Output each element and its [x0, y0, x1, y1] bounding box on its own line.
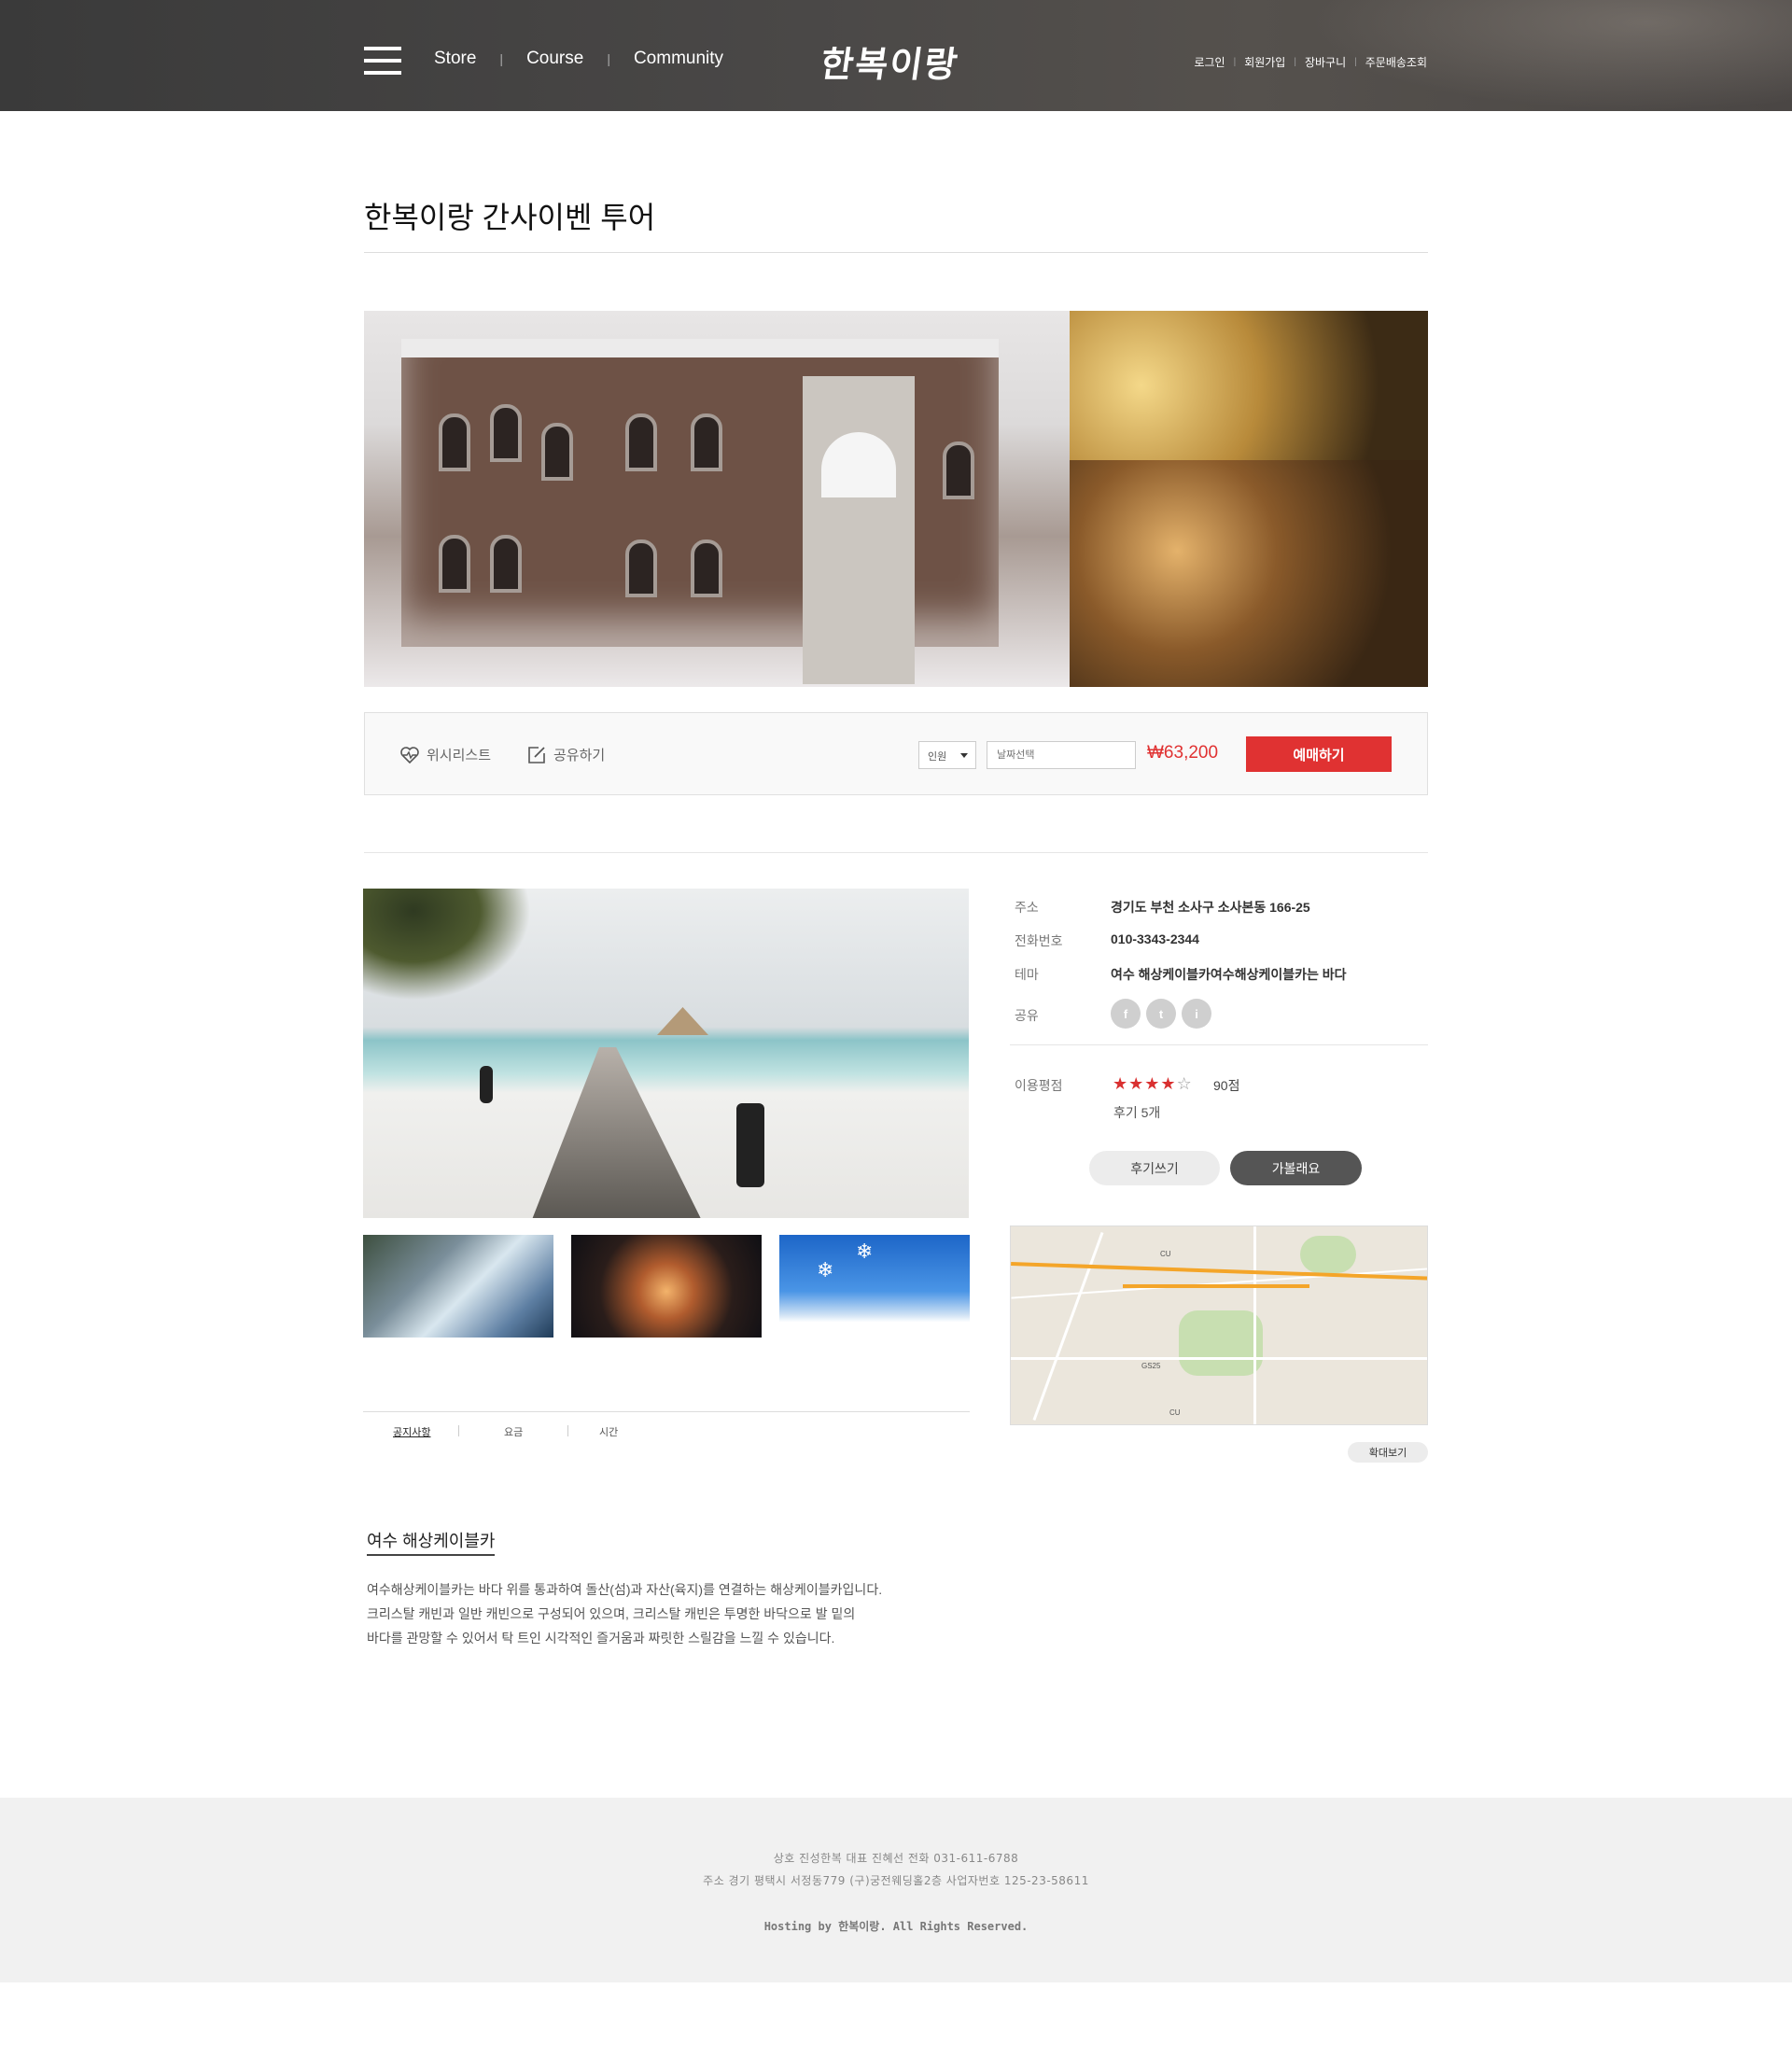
site-footer: 상호 진성한복 대표 진혜선 전화 031-611-6788 주소 경기 평택시… [0, 1798, 1792, 1982]
sns-share-buttons: f t i [1111, 999, 1217, 1029]
nav-community[interactable]: Community [634, 49, 723, 69]
hero-image [364, 311, 1428, 687]
twitter-icon[interactable]: t [1146, 999, 1176, 1029]
util-nav: 로그인 | 회원가입 | 장바구니 | 주문배송조회 [1194, 54, 1427, 70]
menu-icon[interactable] [364, 47, 401, 75]
info-tabs: 공지사항 요금 시간 [363, 1424, 970, 1443]
description-title: 여수 해상케이블카 [367, 1528, 496, 1556]
tab-notice[interactable]: 공지사항 [393, 1424, 430, 1439]
main-beach-photo [363, 889, 969, 1218]
hero-jars-photo [1070, 311, 1428, 460]
wishlist-button[interactable]: 위시리스트 [400, 745, 491, 764]
rating-score: 90점 [1213, 1078, 1240, 1093]
site-header: Store | Course | Community 한복이랑 로그인 | 회원… [0, 0, 1792, 111]
thumbnail-winter[interactable]: ❄ ❄ [779, 1235, 970, 1338]
tab-fee[interactable]: 요금 [504, 1424, 523, 1439]
review-count: 후기 5개 [1113, 1105, 1161, 1120]
share-button[interactable]: 공유하기 [527, 745, 605, 764]
hero-shop-photo [1070, 460, 1428, 687]
main-nav: Store | Course | Community [434, 49, 724, 69]
tab-time[interactable]: 시간 [599, 1424, 618, 1439]
footer-company-info: 상호 진성한복 대표 진혜선 전화 031-611-6788 [773, 1852, 1019, 1865]
rating-label: 이용평점 [1015, 1078, 1063, 1093]
thumbnail-nightview[interactable] [571, 1235, 762, 1338]
people-select[interactable]: 인원 [918, 741, 976, 769]
signup-link[interactable]: 회원가입 [1244, 54, 1285, 70]
star-filled-icon: ★ [1160, 1074, 1177, 1093]
hero-building-photo [364, 311, 1070, 687]
divider [364, 852, 1428, 853]
thumbnail-waterfall[interactable] [363, 1235, 553, 1338]
booking-bar: 위시리스트 공유하기 인원 ₩63,200 예매하기 [364, 712, 1428, 795]
login-link[interactable]: 로그인 [1194, 54, 1225, 70]
book-button[interactable]: 예매하기 [1246, 736, 1392, 772]
edit-share-icon [528, 746, 545, 763]
site-logo[interactable]: 한복이랑 [818, 35, 1008, 87]
heart-pulse-icon [400, 746, 419, 763]
want-to-go-button[interactable]: 가볼래요 [1230, 1151, 1362, 1185]
date-input[interactable] [987, 741, 1136, 769]
snowflake-icon: ❄ [817, 1258, 834, 1282]
star-empty-icon: ☆ [1176, 1074, 1193, 1093]
facebook-icon[interactable]: f [1111, 999, 1141, 1029]
price: ₩63,200 [1147, 743, 1219, 763]
write-review-button[interactable]: 후기쓰기 [1089, 1151, 1220, 1185]
nav-store[interactable]: Store [434, 49, 476, 69]
wishlist-label: 위시리스트 [427, 748, 492, 763]
page-title: 한복이랑 간사이벤 투어 [364, 201, 656, 234]
order-tracking-link[interactable]: 주문배송조회 [1365, 54, 1427, 70]
divider [363, 1411, 970, 1412]
star-filled-icon: ★ [1144, 1074, 1161, 1093]
thumbnail-strip: ❄ ❄ [363, 1235, 970, 1338]
star-filled-icon: ★ [1113, 1074, 1129, 1093]
cart-link[interactable]: 장바구니 [1305, 54, 1346, 70]
star-filled-icon: ★ [1128, 1074, 1145, 1093]
snowflake-icon: ❄ [856, 1240, 874, 1263]
share-label: 공유하기 [553, 748, 606, 763]
description-body: 여수해상케이블카는 바다 위를 통과하여 돌산(섬)과 자산(육지)를 연결하는… [367, 1582, 883, 1646]
footer-address: 주소 경기 평택시 서정동779 (구)궁전웨딩홀2층 사업자번호 125-23… [703, 1874, 1089, 1887]
footer-copyright: Hosting by 한복이랑. All Rights Reserved. [763, 1920, 1029, 1933]
divider [1010, 1044, 1428, 1045]
map-zoom-button[interactable]: 확대보기 [1348, 1442, 1428, 1463]
map-label: CU [1169, 1408, 1181, 1417]
rating-stars: ★★★★☆ [1113, 1074, 1193, 1094]
nav-course[interactable]: Course [526, 49, 583, 69]
map-label: CU [1160, 1250, 1171, 1258]
map-label: GS25 [1141, 1362, 1161, 1370]
divider [364, 252, 1428, 253]
instagram-icon[interactable]: i [1182, 999, 1211, 1029]
caret-down-icon [960, 753, 968, 758]
location-map[interactable]: CU GS25 CU [1010, 1226, 1428, 1425]
